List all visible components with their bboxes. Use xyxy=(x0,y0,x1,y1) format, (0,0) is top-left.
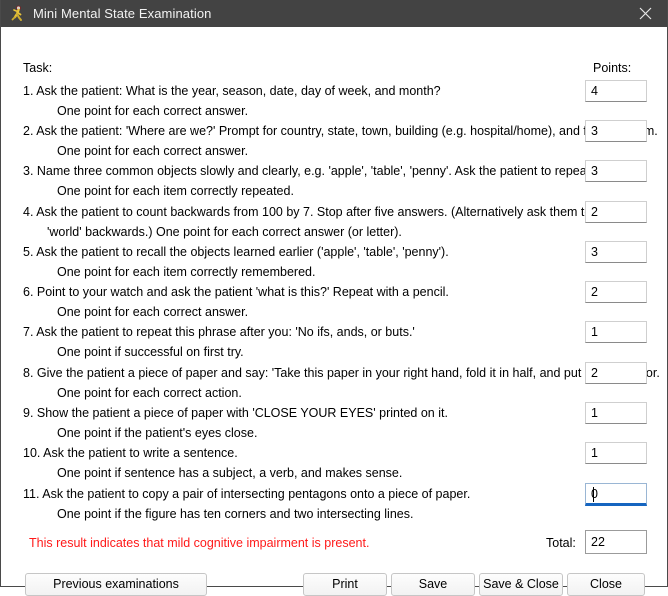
task-text: 1. Ask the patient: What is the year, se… xyxy=(23,84,441,98)
task-scoring-note: One point for each correct answer. xyxy=(57,104,249,118)
close-button[interactable]: Close xyxy=(567,573,645,596)
task-row: 10. Ask the patient to write a sentence.… xyxy=(1,442,668,486)
task-scoring-note: One point for each correct action. xyxy=(57,386,242,400)
task-scoring-note: One point if successful on first try. xyxy=(57,345,244,359)
close-icon[interactable] xyxy=(623,0,667,27)
task-text-continued: 'world' backwards.) One point for each c… xyxy=(47,225,402,239)
task-text: 9. Show the patient a piece of paper wit… xyxy=(23,406,448,420)
task-row: 1. Ask the patient: What is the year, se… xyxy=(1,80,668,124)
task-text: 10. Ask the patient to write a sentence. xyxy=(23,446,238,460)
points-input-4[interactable] xyxy=(585,201,647,223)
task-row: 9. Show the patient a piece of paper wit… xyxy=(1,402,668,446)
task-text: 4. Ask the patient to count backwards fr… xyxy=(23,205,621,219)
points-input-2[interactable] xyxy=(585,120,647,142)
points-input-8[interactable] xyxy=(585,362,647,384)
task-text: 2. Ask the patient: 'Where are we?' Prom… xyxy=(23,124,658,138)
task-scoring-note: One point for each item correctly repeat… xyxy=(57,184,294,198)
task-row: 4. Ask the patient to count backwards fr… xyxy=(1,201,668,245)
points-input-11[interactable] xyxy=(585,483,647,506)
task-text: 11. Ask the patient to copy a pair of in… xyxy=(23,487,471,501)
task-row: 6. Point to your watch and ask the patie… xyxy=(1,281,668,325)
save-and-close-button[interactable]: Save & Close xyxy=(479,573,563,596)
button-bar-divider xyxy=(1,561,667,562)
task-text: 3. Name three common objects slowly and … xyxy=(23,164,625,178)
task-scoring-note: One point for each correct answer. xyxy=(57,305,249,319)
print-button[interactable]: Print xyxy=(303,573,387,596)
task-scoring-note: One point if the patient's eyes close. xyxy=(57,426,258,440)
column-header-task: Task: xyxy=(23,61,53,75)
points-input-5[interactable] xyxy=(585,241,647,263)
task-row: 3. Name three common objects slowly and … xyxy=(1,160,668,204)
task-row: 8. Give the patient a piece of paper and… xyxy=(1,362,668,406)
total-label: Total: xyxy=(546,536,576,550)
title-bar: Mini Mental State Examination xyxy=(1,0,667,27)
task-text: 8. Give the patient a piece of paper and… xyxy=(23,366,660,380)
task-text: 6. Point to your watch and ask the patie… xyxy=(23,285,449,299)
points-input-3[interactable] xyxy=(585,160,647,182)
points-input-10[interactable] xyxy=(585,442,647,464)
window-title: Mini Mental State Examination xyxy=(33,6,212,21)
task-scoring-note: One point if the figure has ten corners … xyxy=(57,507,414,521)
task-text: 7. Ask the patient to repeat this phrase… xyxy=(23,325,415,339)
task-scoring-note: One point if sentence has a subject, a v… xyxy=(57,466,403,480)
task-row: 2. Ask the patient: 'Where are we?' Prom… xyxy=(1,120,668,164)
mmse-dialog-window: Mini Mental State Examination Task: Poin… xyxy=(0,0,668,596)
task-row: 11. Ask the patient to copy a pair of in… xyxy=(1,483,668,527)
task-scoring-note: One point for each item correctly rememb… xyxy=(57,265,316,279)
points-input-9[interactable] xyxy=(585,402,647,424)
points-input-6[interactable] xyxy=(585,281,647,303)
runner-figure-icon xyxy=(8,5,25,22)
total-score-input[interactable] xyxy=(585,530,647,554)
save-button[interactable]: Save xyxy=(391,573,475,596)
task-row: 7. Ask the patient to repeat this phrase… xyxy=(1,321,668,365)
text-cursor xyxy=(593,487,594,502)
points-input-1[interactable] xyxy=(585,80,647,102)
points-input-7[interactable] xyxy=(585,321,647,343)
task-row: 5. Ask the patient to recall the objects… xyxy=(1,241,668,285)
previous-examinations-button[interactable]: Previous examinations xyxy=(25,573,207,596)
form-area: Task: Points: 1. Ask the patient: What i… xyxy=(1,27,668,596)
task-text: 5. Ask the patient to recall the objects… xyxy=(23,245,449,259)
result-message: This result indicates that mild cognitiv… xyxy=(29,536,370,550)
column-header-points: Points: xyxy=(593,61,632,75)
task-scoring-note: One point for each correct answer. xyxy=(57,144,249,158)
